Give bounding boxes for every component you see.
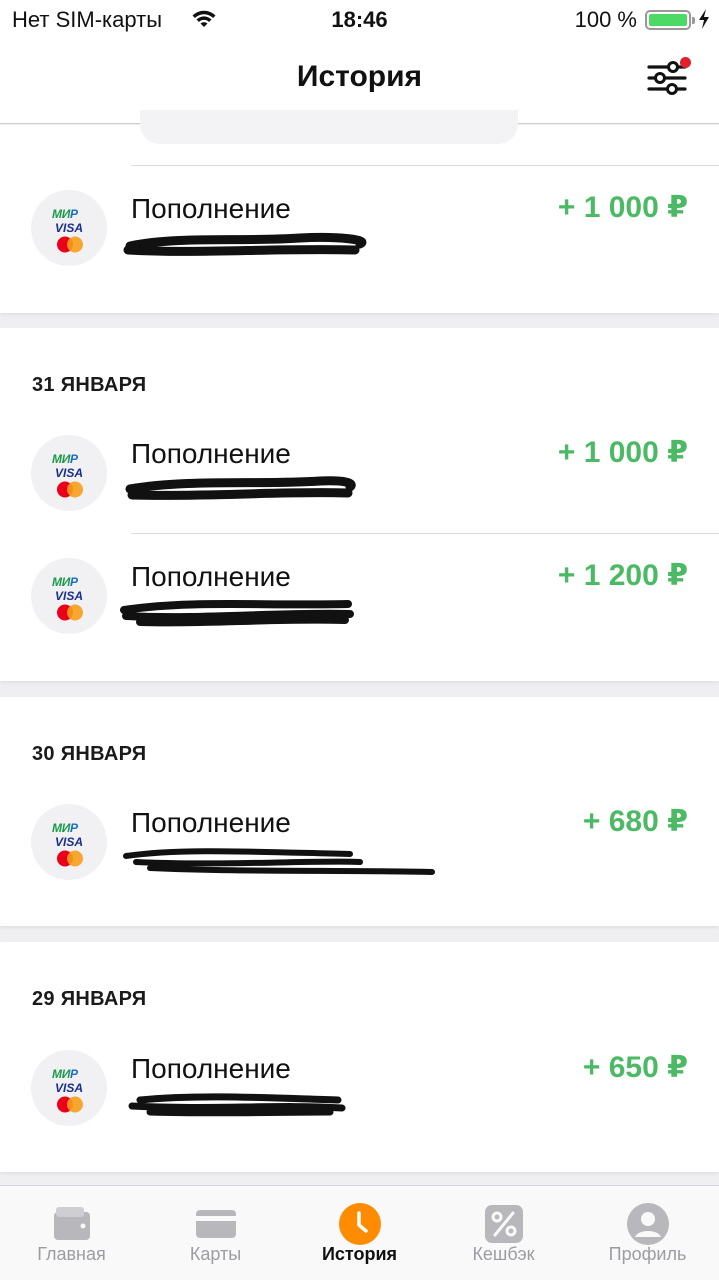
wallet-icon — [53, 1207, 90, 1240]
status-bar: Нет SIM-карты 18:46 100 % — [0, 0, 719, 40]
payment-system-icon: МИР VISA — [31, 1050, 107, 1126]
group-date: 29 ЯНВАРЯ — [32, 988, 147, 1010]
transaction-amount: + 1 200 ₽ — [557, 559, 688, 592]
transaction-amount: + 1 000 ₽ — [557, 436, 688, 469]
redacted-scribble — [125, 476, 356, 500]
history-group: 29 ЯНВАРЯ МИР VISA Пополнение + 650 ₽ — [0, 942, 719, 1172]
percent-icon — [484, 1205, 523, 1243]
transaction-title: Пополнение — [131, 807, 291, 838]
payment-system-icon: МИР VISA — [31, 804, 107, 880]
redacted-scribble — [123, 848, 435, 875]
profile-icon — [626, 1203, 669, 1245]
card-icon — [195, 1210, 236, 1238]
filter-badge-dot — [680, 57, 691, 68]
transaction-row[interactable]: МИР VISA Пополнение + 680 ₽ — [0, 780, 719, 903]
payment-system-icon: МИР VISA — [31, 190, 107, 266]
filter-button[interactable] — [647, 57, 691, 98]
tab-history[interactable]: История — [288, 1186, 431, 1280]
battery-icon — [645, 10, 695, 30]
transaction-amount: + 650 ₽ — [582, 1051, 688, 1084]
transaction-row[interactable]: МИР VISA Пополнение + 1 000 ₽ — [0, 166, 719, 289]
transaction-row[interactable]: МИР VISA Пополнение + 1 000 ₽ — [0, 411, 719, 534]
tab-label: Главная — [37, 1244, 106, 1264]
history-group: 31 ЯНВАРЯ МИР VISA Пополнение + 1 000 ₽ … — [0, 328, 719, 681]
app-root: Нет SIM-карты 18:46 100 % История МИР VI… — [0, 0, 719, 1280]
charging-bolt-icon — [699, 9, 709, 29]
tab-cashback[interactable]: Кешбэк — [432, 1186, 575, 1280]
search-field-ghost — [140, 110, 518, 144]
transaction-row[interactable]: МИР VISA Пополнение + 1 200 ₽ — [0, 534, 719, 657]
tab-label: Карты — [189, 1244, 242, 1264]
redacted-scribble — [123, 232, 367, 256]
payment-system-icon: МИР VISA — [31, 435, 107, 511]
group-date: 30 ЯНВАРЯ — [32, 743, 147, 765]
tab-home[interactable]: Главная — [0, 1186, 143, 1280]
tab-label: История — [321, 1244, 398, 1264]
redacted-scribble — [120, 600, 354, 627]
transaction-amount: + 680 ₽ — [582, 805, 688, 838]
redacted-scribble — [128, 1093, 346, 1117]
tab-cards[interactable]: Карты — [144, 1186, 287, 1280]
battery-percent: 100 % — [574, 7, 637, 32]
group-date: 31 ЯНВАРЯ — [32, 374, 147, 396]
transaction-title: Пополнение — [131, 561, 291, 592]
tab-label: Профиль — [608, 1244, 687, 1264]
page-title: История — [296, 60, 423, 93]
history-group: 30 ЯНВАРЯ МИР VISA Пополнение + 680 ₽ — [0, 697, 719, 926]
carrier-label: Нет SIM-карты — [12, 7, 163, 32]
tab-profile[interactable]: Профиль — [576, 1186, 719, 1280]
transaction-row[interactable]: МИР VISA Пополнение + 650 ₽ — [0, 1026, 719, 1149]
transaction-amount: + 1 000 ₽ — [557, 191, 688, 224]
history-group: МИР VISA Пополнение + 1 000 ₽ — [0, 110, 719, 313]
tab-label: Кешбэк — [472, 1244, 535, 1264]
tab-bar: Главная Карты История Кешбэк Профиль — [0, 1185, 719, 1280]
payment-system-icon: МИР VISA — [31, 558, 107, 634]
transaction-title: Пополнение — [131, 438, 291, 469]
transaction-title: Пополнение — [131, 193, 291, 224]
wifi-icon — [192, 10, 216, 27]
clock-icon — [338, 1203, 381, 1245]
transaction-title: Пополнение — [131, 1053, 291, 1084]
